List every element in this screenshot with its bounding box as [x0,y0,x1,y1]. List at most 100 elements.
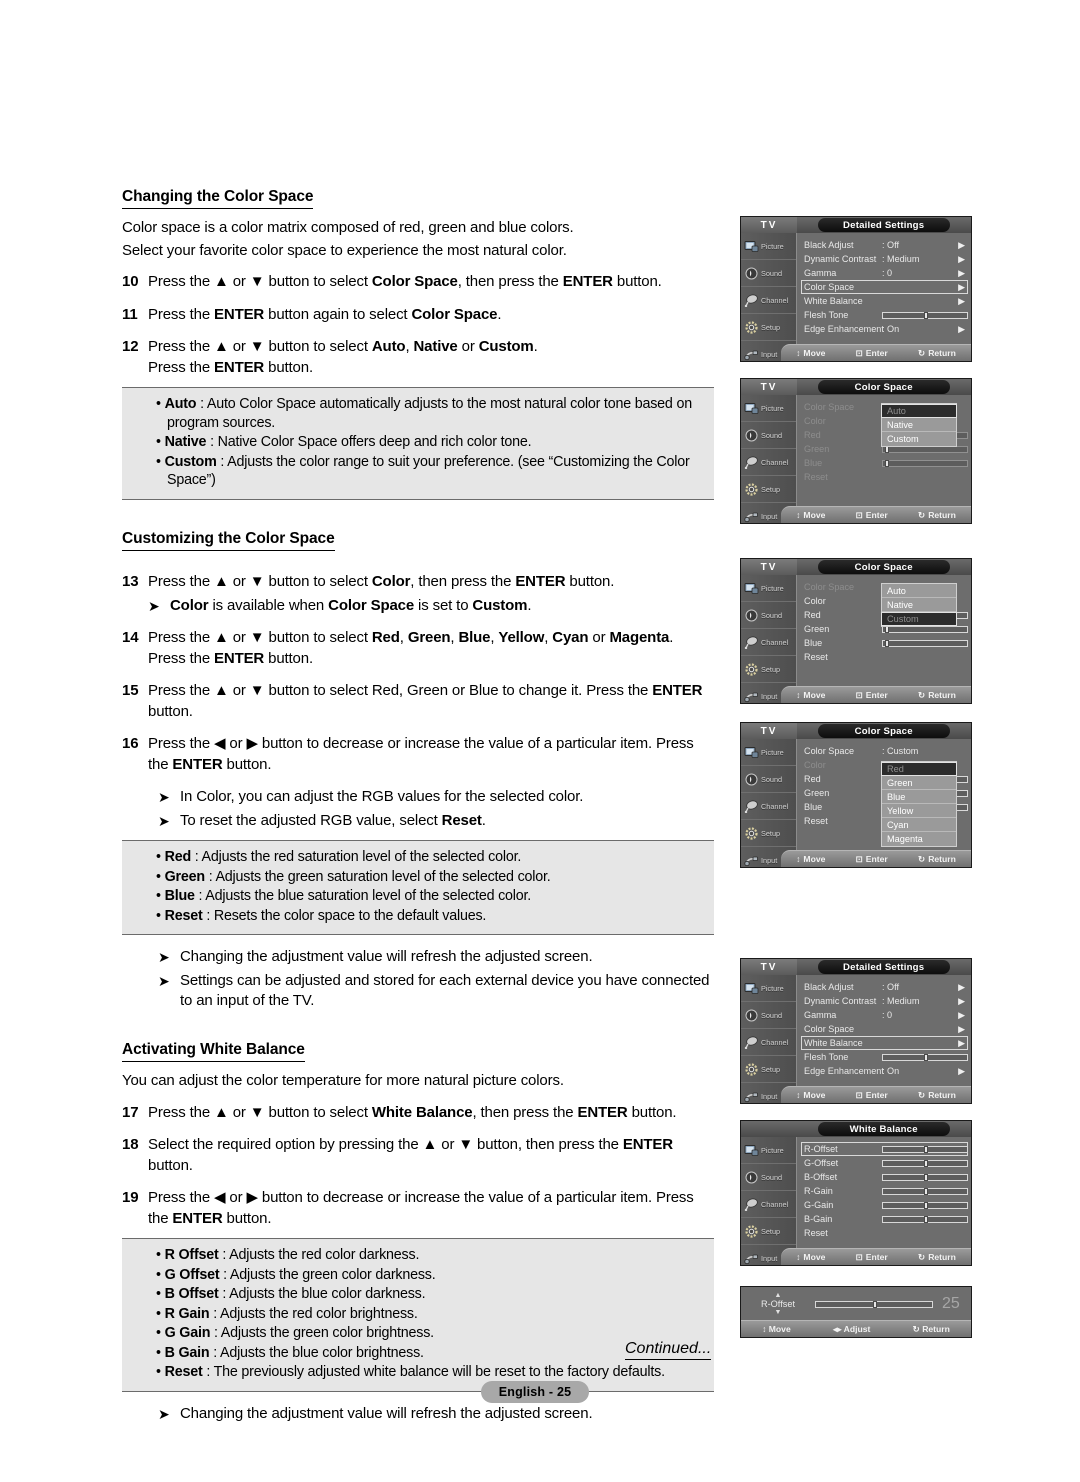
osd-footer-enter[interactable]: ⊡ Enter [856,1090,888,1101]
sidebar-item-setup[interactable]: Setup [741,476,796,503]
dropdown-item[interactable]: Yellow [882,804,956,818]
osd-dropdown[interactable]: Auto Native Custom [881,403,957,447]
slider-track[interactable] [815,1300,933,1308]
osd-footer-move[interactable]: ↕ Move [762,1324,791,1334]
sidebar-item-channel[interactable]: Channel [741,449,796,476]
osd-footer-move[interactable]: ↕ Move [796,510,825,520]
osd-row[interactable]: Color Space ▶ [801,280,968,294]
sidebar-item-sound[interactable]: Sound [741,1164,796,1191]
osd-footer-return[interactable]: ↻ Return [918,1090,956,1101]
sidebar-item-channel[interactable]: Channel [741,1191,796,1218]
sidebar-item-setup[interactable]: Setup [741,1056,796,1083]
osd-row[interactable]: Dynamic Contrast: Medium ▶ [804,252,965,266]
osd-row[interactable]: White Balance ▶ [801,1036,968,1050]
dropdown-item[interactable]: Cyan [882,818,956,832]
sidebar-item-channel[interactable]: Channel [741,793,796,820]
osd-row[interactable]: Reset [804,1226,965,1240]
osd-row[interactable]: Flesh Tone0 [804,1050,968,1064]
dropdown-item[interactable]: Native [882,598,956,612]
osd-row[interactable]: Blue0 [804,456,968,470]
sidebar-item-sound[interactable]: Sound [741,766,796,793]
caret-up-icon[interactable]: ▲ [741,1292,815,1299]
sidebar-item-setup[interactable]: Setup [741,314,796,341]
osd-row[interactable]: Edge Enhancement: On ▶ [804,322,965,336]
osd-row[interactable]: B-Gain25 [804,1212,968,1226]
sidebar-item-picture[interactable]: Picture [741,575,796,602]
slider-knob[interactable] [885,459,890,467]
osd-row[interactable]: White Balance ▶ [804,294,965,308]
osd-footer-return[interactable]: ↻ Return [918,690,956,701]
osd-row[interactable]: Reset [804,470,965,484]
osd-footer-return[interactable]: ↻ Return [918,1252,956,1263]
sidebar-item-sound[interactable]: Sound [741,1002,796,1029]
sidebar-item-picture[interactable]: Picture [741,975,796,1002]
slider-knob[interactable] [923,1215,928,1223]
sidebar-item-sound[interactable]: Sound [741,602,796,629]
osd-row[interactable]: Gamma: 0 ▶ [804,1008,965,1022]
slider-track[interactable] [882,1187,968,1195]
sidebar-item-setup[interactable]: Setup [741,1218,796,1245]
sidebar-item-channel[interactable]: Channel [741,287,796,314]
osd-row[interactable]: R-Offset25 [801,1142,968,1156]
dropdown-item[interactable]: Magenta [882,832,956,846]
dropdown-item[interactable]: Green [882,776,956,790]
osd-footer-move[interactable]: ↕ Move [796,690,825,700]
osd-row[interactable]: Dynamic Contrast: Medium ▶ [804,994,965,1008]
slider-knob[interactable] [923,1053,928,1061]
slider-track[interactable] [882,639,968,647]
osd-footer-enter[interactable]: ⊡ Enter [856,510,888,521]
slider-track[interactable] [882,311,968,319]
slider-track[interactable] [882,1173,968,1181]
sidebar-item-picture[interactable]: Picture [741,739,796,766]
slider-track[interactable] [882,459,968,467]
osd-footer-move[interactable]: ↕ Move [796,1090,825,1100]
slider-knob[interactable] [923,1187,928,1195]
dropdown-item[interactable]: Auto [882,584,956,598]
slider-knob[interactable] [923,1159,928,1167]
caret-down-icon[interactable]: ▼ [741,1309,815,1316]
osd-row[interactable]: B-Offset25 [804,1170,968,1184]
slider-knob[interactable] [923,1145,928,1153]
slider-knob[interactable] [923,1201,928,1209]
sidebar-item-channel[interactable]: Channel [741,1029,796,1056]
osd-footer-adjust[interactable]: ◂▸ Adjust [833,1324,870,1335]
slider-knob[interactable] [872,1300,877,1308]
slider-track[interactable] [882,1201,968,1209]
sidebar-item-sound[interactable]: Sound [741,260,796,287]
sidebar-item-setup[interactable]: Setup [741,656,796,683]
sidebar-item-sound[interactable]: Sound [741,422,796,449]
osd-footer-enter[interactable]: ⊡ Enter [856,690,888,701]
osd-row[interactable]: Reset [804,650,965,664]
osd-row[interactable]: Color Space ▶ [804,1022,965,1036]
osd-footer-return[interactable]: ↻ Return [913,1324,950,1335]
osd-row[interactable]: Gamma: 0 ▶ [804,266,965,280]
slider-track[interactable] [882,1215,968,1223]
dropdown-item[interactable]: Native [882,418,956,432]
osd-row[interactable]: Blue0 [804,636,968,650]
osd-row[interactable]: Flesh Tone0 [804,308,968,322]
osd-row[interactable]: G-Offset25 [804,1156,968,1170]
osd-dropdown[interactable]: Red Green Blue Yellow Cyan Magenta [881,761,957,847]
osd-row[interactable]: Black Adjust: Off ▶ [804,980,965,994]
slider-knob[interactable] [923,311,928,319]
osd-row[interactable]: Color Space: Custom [804,744,965,758]
osd-footer-enter[interactable]: ⊡ Enter [856,348,888,359]
osd-footer-move[interactable]: ↕ Move [796,854,825,864]
dropdown-item[interactable]: Custom [881,612,957,626]
slider-track[interactable] [882,1145,968,1153]
osd-row[interactable]: Black Adjust: Off ▶ [804,238,965,252]
dropdown-item[interactable]: Red [881,762,957,776]
osd-footer-enter[interactable]: ⊡ Enter [856,854,888,865]
sidebar-item-picture[interactable]: Picture [741,233,796,260]
osd-footer-return[interactable]: ↻ Return [918,348,956,359]
sidebar-item-picture[interactable]: Picture [741,395,796,422]
osd-row[interactable]: R-Gain25 [804,1184,968,1198]
sidebar-item-picture[interactable]: Picture [741,1137,796,1164]
slider-knob[interactable] [923,1173,928,1181]
osd-footer-move[interactable]: ↕ Move [796,1252,825,1262]
dropdown-item[interactable]: Auto [881,404,957,418]
adjust-row[interactable]: ▲ R-Offset ▼ 25 [741,1287,971,1321]
dropdown-item[interactable]: Blue [882,790,956,804]
dropdown-item[interactable]: Custom [882,432,956,446]
slider-track[interactable] [882,1159,968,1167]
